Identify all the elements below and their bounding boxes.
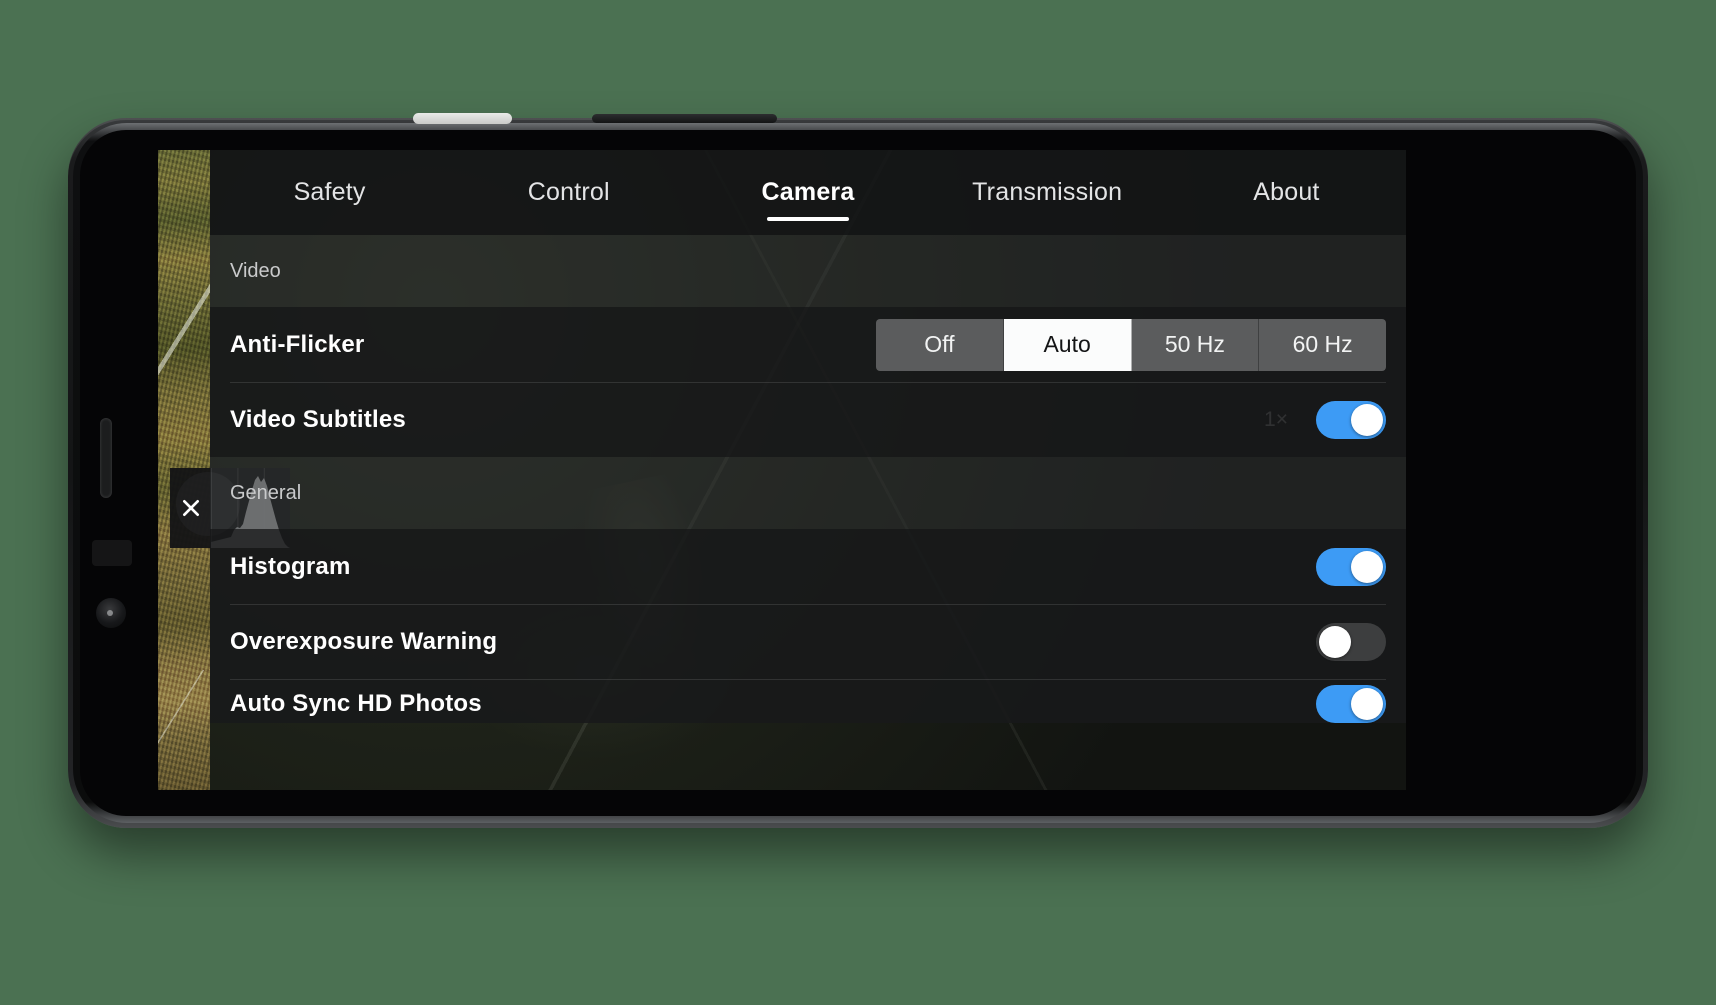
row-overexposure-warning[interactable]: Overexposure Warning <box>210 604 1406 679</box>
close-icon <box>182 500 199 516</box>
toggle-video-subtitles[interactable] <box>1316 400 1386 439</box>
tab-about[interactable]: About <box>1167 150 1406 235</box>
phone-front-camera <box>96 598 126 628</box>
row-label-anti-flicker: Anti-Flicker <box>230 330 365 358</box>
anti-flicker-segmented-control[interactable]: Off Auto 50 Hz 60 Hz <box>876 318 1386 371</box>
row-label-overexposure-warning: Overexposure Warning <box>230 627 498 655</box>
phone-device-frame: Safety Control Camera Transmission About… <box>68 118 1648 828</box>
row-label-auto-sync-hd-photos: Auto Sync HD Photos <box>230 690 482 717</box>
row-video-subtitles[interactable]: Video Subtitles 1× <box>210 382 1406 457</box>
seg-60hz[interactable]: 60 Hz <box>1259 318 1386 371</box>
toggle-overexposure-warning[interactable] <box>1316 622 1386 661</box>
settings-list[interactable]: Video Anti-Flicker Off Auto 50 Hz 60 Hz <box>210 235 1406 790</box>
phone-top-sensor-bar <box>592 114 777 123</box>
toggle-knob <box>1351 403 1383 436</box>
phone-side-marking <box>92 540 132 566</box>
row-histogram[interactable]: Histogram <box>210 529 1406 604</box>
phone-screen: Safety Control Camera Transmission About… <box>158 150 1406 790</box>
toggle-knob <box>1351 688 1383 720</box>
seg-off[interactable]: Off <box>876 318 1004 371</box>
seg-auto[interactable]: Auto <box>1003 318 1132 371</box>
section-header-video: Video <box>210 235 1406 307</box>
settings-tabbar: Safety Control Camera Transmission About <box>210 150 1406 235</box>
screenshot-stage: Safety Control Camera Transmission About… <box>0 0 1716 1005</box>
section-header-general: General <box>210 457 1406 529</box>
toggle-histogram[interactable] <box>1316 547 1386 586</box>
histogram-close-button[interactable] <box>170 468 211 548</box>
zoom-level-watermark: 1× <box>1264 407 1288 431</box>
tab-safety[interactable]: Safety <box>210 150 449 235</box>
row-label-video-subtitles: Video Subtitles <box>230 405 406 433</box>
toggle-knob <box>1351 550 1383 583</box>
phone-earpiece-speaker <box>413 113 512 124</box>
toggle-auto-sync-hd-photos[interactable] <box>1316 685 1386 723</box>
phone-bezel: Safety Control Camera Transmission About… <box>80 130 1636 816</box>
settings-panel: Safety Control Camera Transmission About… <box>210 150 1406 790</box>
tab-camera[interactable]: Camera <box>688 150 927 235</box>
row-label-histogram: Histogram <box>230 552 351 580</box>
tab-control[interactable]: Control <box>449 150 688 235</box>
row-anti-flicker[interactable]: Anti-Flicker Off Auto 50 Hz 60 Hz <box>210 307 1406 382</box>
row-auto-sync-hd-photos[interactable]: Auto Sync HD Photos <box>210 679 1406 723</box>
toggle-knob <box>1319 625 1351 658</box>
phone-side-speaker-grill <box>100 418 112 498</box>
feed-terrain-strip-line-lower <box>158 670 210 790</box>
seg-50hz[interactable]: 50 Hz <box>1131 318 1260 371</box>
tab-transmission[interactable]: Transmission <box>928 150 1167 235</box>
